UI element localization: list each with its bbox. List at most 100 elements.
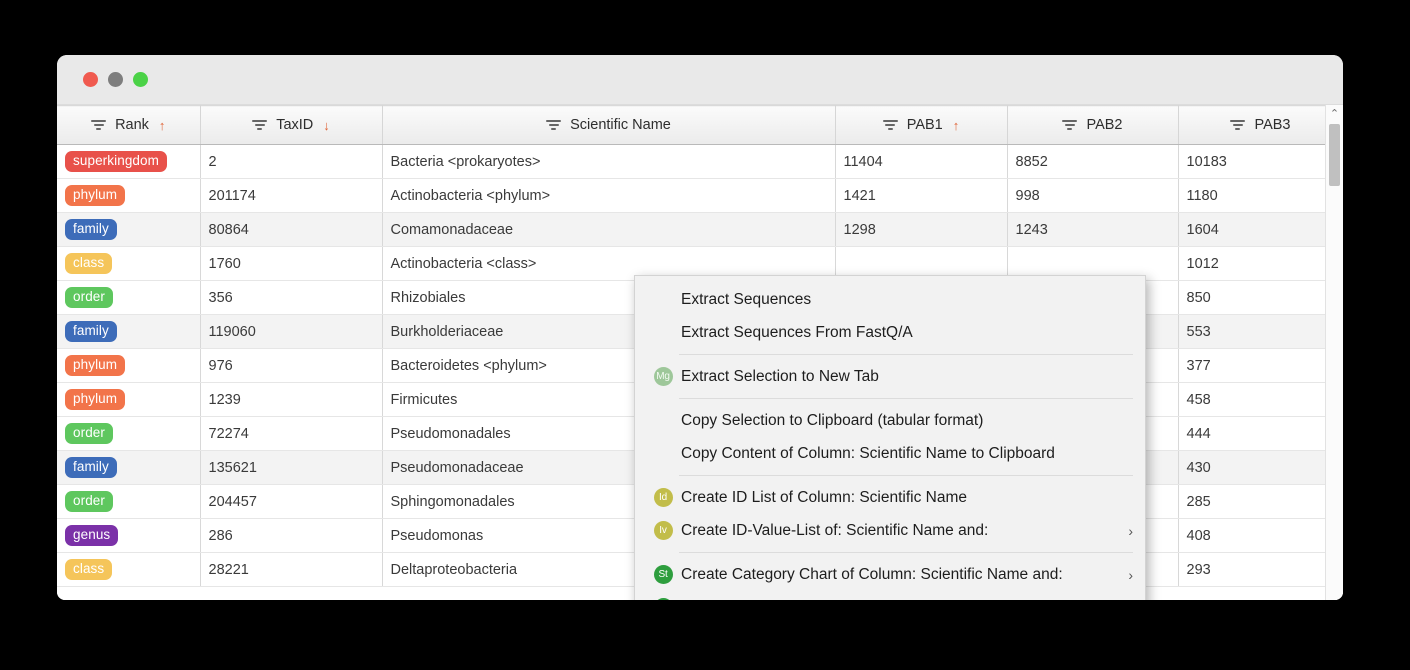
filter-icon[interactable] bbox=[1230, 120, 1246, 130]
cell-pab3[interactable]: 1012 bbox=[1178, 246, 1343, 281]
column-header-label: TaxID bbox=[276, 117, 314, 133]
scroll-up-arrow-icon[interactable]: ⌃ bbox=[1326, 105, 1343, 122]
menu-item-label: Extract Selection to New Tab bbox=[681, 367, 879, 385]
mg-badge-icon: Mg bbox=[653, 367, 673, 386]
cell-scientific-name[interactable]: Actinobacteria <phylum> bbox=[382, 178, 836, 213]
menu-item-icon-slot: St bbox=[645, 565, 681, 584]
cell-pab2[interactable]: 998 bbox=[1007, 178, 1179, 213]
cell-taxid[interactable]: 1239 bbox=[200, 382, 383, 417]
cell-rank[interactable]: order bbox=[57, 416, 201, 451]
column-header-pab2[interactable]: PAB2 bbox=[1007, 105, 1179, 145]
cell-rank[interactable]: phylum bbox=[57, 178, 201, 213]
cell-pab3[interactable]: 1180 bbox=[1178, 178, 1343, 213]
minimize-window-button[interactable] bbox=[108, 72, 123, 87]
column-header-rank[interactable]: Rank ↑ bbox=[57, 105, 201, 145]
cell-pab1[interactable]: 11404 bbox=[835, 144, 1008, 179]
cell-rank[interactable]: class bbox=[57, 246, 201, 281]
menu-item-icon-slot: Mg bbox=[645, 367, 681, 386]
cell-taxid[interactable]: 28221 bbox=[200, 552, 383, 587]
column-header-scientific-name[interactable]: Scientific Name bbox=[382, 105, 836, 145]
menu-separator bbox=[679, 354, 1133, 355]
cell-pab1[interactable]: 1298 bbox=[835, 212, 1008, 247]
cell-rank[interactable]: family bbox=[57, 450, 201, 485]
cell-pab3[interactable]: 293 bbox=[1178, 552, 1343, 587]
column-header-taxid[interactable]: TaxID ↓ bbox=[200, 105, 383, 145]
rank-badge: family bbox=[65, 321, 117, 342]
column-header-pab3[interactable]: PAB3 bbox=[1178, 105, 1343, 145]
scrollbar-thumb[interactable] bbox=[1329, 124, 1340, 186]
context-menu[interactable]: Extract Sequences Extract Sequences From … bbox=[634, 275, 1146, 600]
column-header-pab1[interactable]: PAB1 ↑ bbox=[835, 105, 1008, 145]
cell-scientific-name[interactable]: Comamonadaceae bbox=[382, 212, 836, 247]
cell-rank[interactable]: order bbox=[57, 280, 201, 315]
st-badge-icon: St bbox=[653, 565, 673, 584]
context-menu-item[interactable]: Extract Sequences From FastQ/A bbox=[635, 316, 1145, 349]
cell-pab3[interactable]: 553 bbox=[1178, 314, 1343, 349]
context-menu-item[interactable]: Copy Content of Column: Scientific Name … bbox=[635, 437, 1145, 470]
screen: Rank ↑ TaxID ↓ Scientific Name PAB1 ↑ PAB2 PAB3 … bbox=[0, 0, 1410, 670]
cell-rank[interactable]: family bbox=[57, 314, 201, 349]
cell-pab3[interactable]: 408 bbox=[1178, 518, 1343, 553]
cell-rank[interactable]: genus bbox=[57, 518, 201, 553]
sort-indicator-icon: ↑ bbox=[952, 117, 960, 133]
cell-taxid[interactable]: 1760 bbox=[200, 246, 383, 281]
cell-pab3[interactable]: 10183 bbox=[1178, 144, 1343, 179]
cell-rank[interactable]: phylum bbox=[57, 382, 201, 417]
cell-pab3[interactable]: 850 bbox=[1178, 280, 1343, 315]
cell-rank[interactable]: class bbox=[57, 552, 201, 587]
cell-taxid[interactable]: 80864 bbox=[200, 212, 383, 247]
maximize-window-button[interactable] bbox=[133, 72, 148, 87]
context-menu-item[interactable]: Iv Create ID-Value-List of: Scientific Na… bbox=[635, 514, 1145, 547]
cell-taxid[interactable]: 135621 bbox=[200, 450, 383, 485]
application-window: Rank ↑ TaxID ↓ Scientific Name PAB1 ↑ PAB2 PAB3 … bbox=[57, 55, 1343, 600]
cell-rank[interactable]: phylum bbox=[57, 348, 201, 383]
menu-item-icon-slot: Iv bbox=[645, 521, 681, 540]
table-row[interactable]: superkingdom 2 Bacteria <prokaryotes> 11404… bbox=[57, 144, 1343, 179]
filter-icon[interactable] bbox=[1062, 120, 1078, 130]
cell-rank[interactable]: family bbox=[57, 212, 201, 247]
rank-badge: phylum bbox=[65, 355, 126, 376]
column-header-label: Rank bbox=[115, 117, 149, 133]
vertical-scrollbar[interactable]: ⌃ bbox=[1325, 105, 1343, 600]
filter-icon[interactable] bbox=[252, 120, 268, 130]
filter-icon[interactable] bbox=[882, 120, 898, 130]
menu-item-label: Create Distribution Chart of Column: Sci… bbox=[681, 599, 1133, 601]
context-menu-item[interactable]: Mg Extract Selection to New Tab bbox=[635, 360, 1145, 393]
cell-pab1[interactable]: 1421 bbox=[835, 178, 1008, 213]
table-header-row: Rank ↑ TaxID ↓ Scientific Name PAB1 ↑ PAB2 PAB3 bbox=[57, 105, 1343, 145]
cell-pab2[interactable]: 8852 bbox=[1007, 144, 1179, 179]
cell-pab3[interactable]: 444 bbox=[1178, 416, 1343, 451]
close-window-button[interactable] bbox=[83, 72, 98, 87]
cell-scientific-name[interactable]: Bacteria <prokaryotes> bbox=[382, 144, 836, 179]
id-badge-icon: Id bbox=[653, 488, 673, 507]
cell-taxid[interactable]: 356 bbox=[200, 280, 383, 315]
cell-pab3[interactable]: 430 bbox=[1178, 450, 1343, 485]
cell-taxid[interactable]: 201174 bbox=[200, 178, 383, 213]
cell-pab3[interactable]: 1604 bbox=[1178, 212, 1343, 247]
rank-badge: family bbox=[65, 457, 117, 478]
rank-badge: order bbox=[65, 491, 114, 512]
context-menu-item[interactable]: Copy Selection to Clipboard (tabular for… bbox=[635, 404, 1145, 437]
filter-icon[interactable] bbox=[546, 120, 562, 130]
iv-badge-icon: Iv bbox=[653, 521, 673, 540]
context-menu-item[interactable]: St Create Distribution Chart of Column: S… bbox=[635, 591, 1145, 600]
cell-taxid[interactable]: 286 bbox=[200, 518, 383, 553]
cell-taxid[interactable]: 2 bbox=[200, 144, 383, 179]
table-row[interactable]: family 80864 Comamonadaceae 1298 1243 1604 bbox=[57, 212, 1343, 247]
filter-icon[interactable] bbox=[91, 120, 107, 130]
cell-pab3[interactable]: 285 bbox=[1178, 484, 1343, 519]
table-row[interactable]: phylum 201174 Actinobacteria <phylum> 1421 9… bbox=[57, 178, 1343, 213]
cell-pab3[interactable]: 458 bbox=[1178, 382, 1343, 417]
context-menu-item[interactable]: St Create Category Chart of Column: Scien… bbox=[635, 558, 1145, 591]
sort-indicator-icon: ↑ bbox=[158, 117, 166, 133]
cell-taxid[interactable]: 976 bbox=[200, 348, 383, 383]
cell-taxid[interactable]: 72274 bbox=[200, 416, 383, 451]
cell-rank[interactable]: order bbox=[57, 484, 201, 519]
cell-taxid[interactable]: 119060 bbox=[200, 314, 383, 349]
cell-taxid[interactable]: 204457 bbox=[200, 484, 383, 519]
cell-pab2[interactable]: 1243 bbox=[1007, 212, 1179, 247]
cell-rank[interactable]: superkingdom bbox=[57, 144, 201, 179]
cell-pab3[interactable]: 377 bbox=[1178, 348, 1343, 383]
context-menu-item[interactable]: Extract Sequences bbox=[635, 283, 1145, 316]
context-menu-item[interactable]: Id Create ID List of Column: Scientific N… bbox=[635, 481, 1145, 514]
